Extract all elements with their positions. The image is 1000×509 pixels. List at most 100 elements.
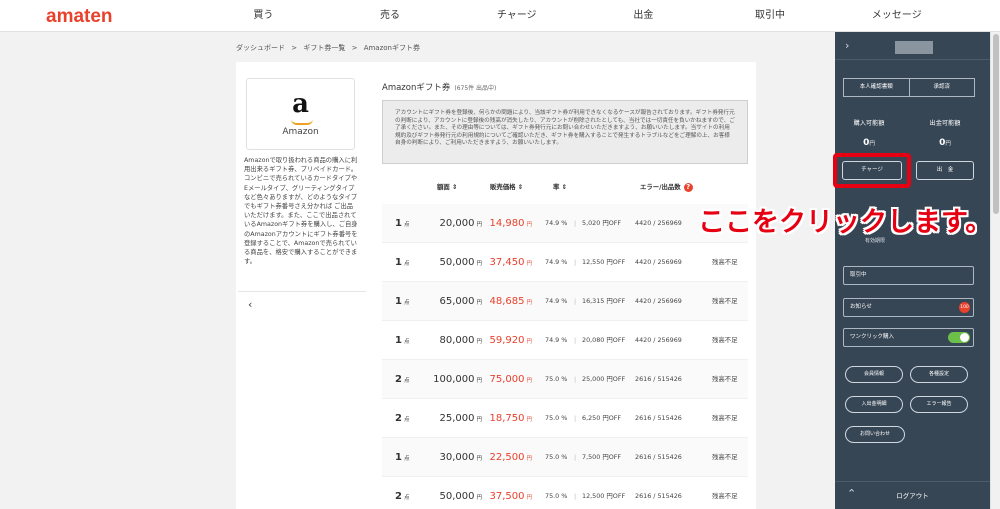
yen-unit: 円	[526, 222, 532, 228]
row-error-count: 2616 / 515426	[635, 453, 682, 461]
row-off: 6,250 円OFF	[582, 414, 622, 422]
table-row[interactable]: 1 点 80,000 円 59,920 円 74.9 % | 20,080 円OFF 4420 /…	[382, 321, 748, 360]
nav-charge[interactable]: チャージ	[453, 0, 580, 32]
back-row[interactable]: ‹	[238, 291, 366, 317]
table-row[interactable]: 2 点 100,000 円 75,000 円 75.0 % | 25,000 円OFF 2616 …	[382, 360, 748, 399]
yen-unit: 円	[526, 417, 532, 423]
chevron-up-icon[interactable]: ⌃	[847, 487, 856, 500]
row-qty: 1点	[395, 321, 409, 362]
row-separator: |	[574, 453, 577, 461]
row-rate: 74.9 %	[545, 258, 568, 266]
qty-unit: 点	[403, 261, 410, 267]
table-row[interactable]: 2 点 50,000 円 37,500 円 75.0 % | 12,500 円OFF 2616 /…	[382, 477, 748, 509]
header-error[interactable]: エラー/出品数?	[640, 182, 693, 192]
breadcrumb-dashboard[interactable]: ダッシュボード	[236, 44, 285, 52]
table-row[interactable]: 1 点 20,000 円 14,980 円 74.9 % | 5,020 円OFF 4420 / …	[382, 204, 748, 243]
approved-tab: 承認済	[908, 79, 975, 96]
row-qty: 2点	[395, 477, 409, 509]
id-document-tab[interactable]: 本人確認書類	[844, 79, 909, 96]
logout-button[interactable]: ログアウト	[835, 482, 990, 509]
top-navbar: amaten 買う 売る チャージ 出金 取引中 メッセージ	[0, 0, 1000, 32]
qty-unit: 点	[403, 378, 410, 384]
header-face-label: 額面	[437, 183, 450, 191]
qty-unit: 点	[403, 300, 410, 306]
row-rate: 75.0 %	[545, 492, 568, 500]
notice-bar[interactable]: お知らせ 100	[843, 298, 974, 317]
header-rate-label: 率	[553, 183, 560, 191]
qty-value: 2	[395, 413, 402, 424]
row-separator: |	[574, 375, 577, 383]
amazon-card-image: a Amazon	[246, 78, 355, 150]
chevron-right-icon[interactable]: ›	[845, 39, 849, 52]
row-rate: 75.0 %	[545, 414, 568, 422]
logo[interactable]: amaten	[46, 6, 113, 28]
nav-withdraw[interactable]: 出金	[580, 0, 707, 32]
qty-value: 1	[395, 257, 402, 268]
row-sale: 37,500 円	[482, 477, 532, 509]
row-face: 80,000 円	[432, 321, 482, 362]
qty-unit: 点	[403, 417, 410, 423]
row-sale: 48,685 円	[482, 282, 532, 323]
breadcrumb-separator: >	[291, 44, 298, 52]
notice-box: アカウントにギフト券を登録後、何らかの問題により、当該ギフト券が利用できなくなる…	[382, 100, 748, 164]
table-row[interactable]: 1 点 50,000 円 37,450 円 74.9 % | 12,550 円OFF 4420 /…	[382, 243, 748, 282]
contact-button[interactable]: お問い合わせ	[845, 426, 905, 443]
row-rate: 75.0 %	[545, 375, 568, 383]
row-error-count: 4420 / 256969	[635, 297, 682, 305]
help-icon[interactable]: ?	[683, 182, 693, 192]
notice-label: お知らせ	[850, 304, 872, 310]
nav-sell[interactable]: 売る	[327, 0, 454, 32]
row-sale: 18,750 円	[482, 399, 532, 440]
breadcrumb: ダッシュボード > ギフト券一覧 > Amazonギフト券	[236, 43, 424, 53]
row-face: 100,000 円	[432, 360, 482, 401]
row-qty: 1点	[395, 204, 409, 245]
header-sale[interactable]: 販売価格 ⇕	[490, 182, 523, 191]
row-status: 残高不足	[712, 492, 738, 500]
row-off: 12,550 円OFF	[582, 258, 626, 266]
row-qty: 1点	[395, 438, 409, 479]
breadcrumb-giftlist[interactable]: ギフト券一覧	[303, 44, 345, 52]
statement-button[interactable]: 入出金明細	[845, 396, 903, 413]
row-face: 20,000 円	[432, 204, 482, 245]
main-nav: 買う 売る チャージ 出金 取引中 メッセージ	[200, 0, 960, 32]
gift-description: Amazonで取り扱われる商品の購入に利用出来るギフト券、プリペイドカード。コン…	[244, 157, 358, 266]
withdraw-button[interactable]: 出 金	[916, 161, 974, 180]
row-sale: 14,980 円	[482, 204, 532, 245]
trading-bar[interactable]: 取引中	[843, 266, 974, 285]
sale-value: 22,500	[489, 452, 525, 463]
amazon-logo-letter: a	[292, 89, 309, 119]
settings-button[interactable]: 各種設定	[910, 366, 968, 383]
buy-balance-label: 購入可能額	[853, 120, 885, 127]
row-sale: 59,920 円	[482, 321, 532, 362]
notice-count-badge: 100	[959, 302, 970, 313]
scrollbar-thumb[interactable]	[993, 34, 999, 214]
nav-trading[interactable]: 取引中	[707, 0, 834, 32]
header-rate[interactable]: 率 ⇕	[553, 182, 567, 191]
table-row[interactable]: 2 点 25,000 円 18,750 円 75.0 % | 6,250 円OFF 2616 / …	[382, 399, 748, 438]
face-value: 80,000	[439, 335, 475, 346]
oneclick-toggle[interactable]	[948, 332, 970, 343]
row-off: 25,000 円OFF	[582, 375, 626, 383]
withdraw-balance-label: 出金可能額	[929, 120, 961, 127]
qty-unit: 点	[403, 495, 410, 501]
listing-title-text: Amazonギフト券	[382, 83, 451, 93]
row-separator: |	[574, 258, 577, 266]
header-face[interactable]: 額面 ⇕	[437, 182, 457, 191]
table-row[interactable]: 1 点 65,000 円 48,685 円 74.9 % | 16,315 円OFF 4420 /…	[382, 282, 748, 321]
qty-value: 2	[395, 491, 402, 502]
chevron-left-icon[interactable]: ‹	[248, 298, 252, 311]
yen-unit: 円	[526, 456, 532, 462]
nav-messages[interactable]: メッセージ	[833, 0, 960, 32]
nav-buy[interactable]: 買う	[200, 0, 327, 32]
page-scrollbar[interactable]	[990, 32, 1000, 509]
amazon-logo-name: Amazon	[282, 127, 319, 137]
error-report-button[interactable]: エラー報告	[910, 396, 968, 413]
row-face: 50,000 円	[432, 243, 482, 284]
account-sidepanel: › 本人確認書類 承認済 購入可能額 0円 出金可能額 0円 チャージ 出 金 …	[835, 32, 990, 509]
yen-unit: 円	[526, 261, 532, 267]
table-row[interactable]: 1 点 30,000 円 22,500 円 75.0 % | 7,500 円OFF 2616 / …	[382, 438, 748, 477]
username-redacted	[895, 41, 933, 54]
member-info-button[interactable]: 会員情報	[845, 366, 903, 383]
main-panel: a Amazon Amazonで取り扱われる商品の購入に利用出来るギフト券、プリ…	[236, 62, 756, 509]
header-error-label: エラー/出品数	[640, 183, 681, 191]
